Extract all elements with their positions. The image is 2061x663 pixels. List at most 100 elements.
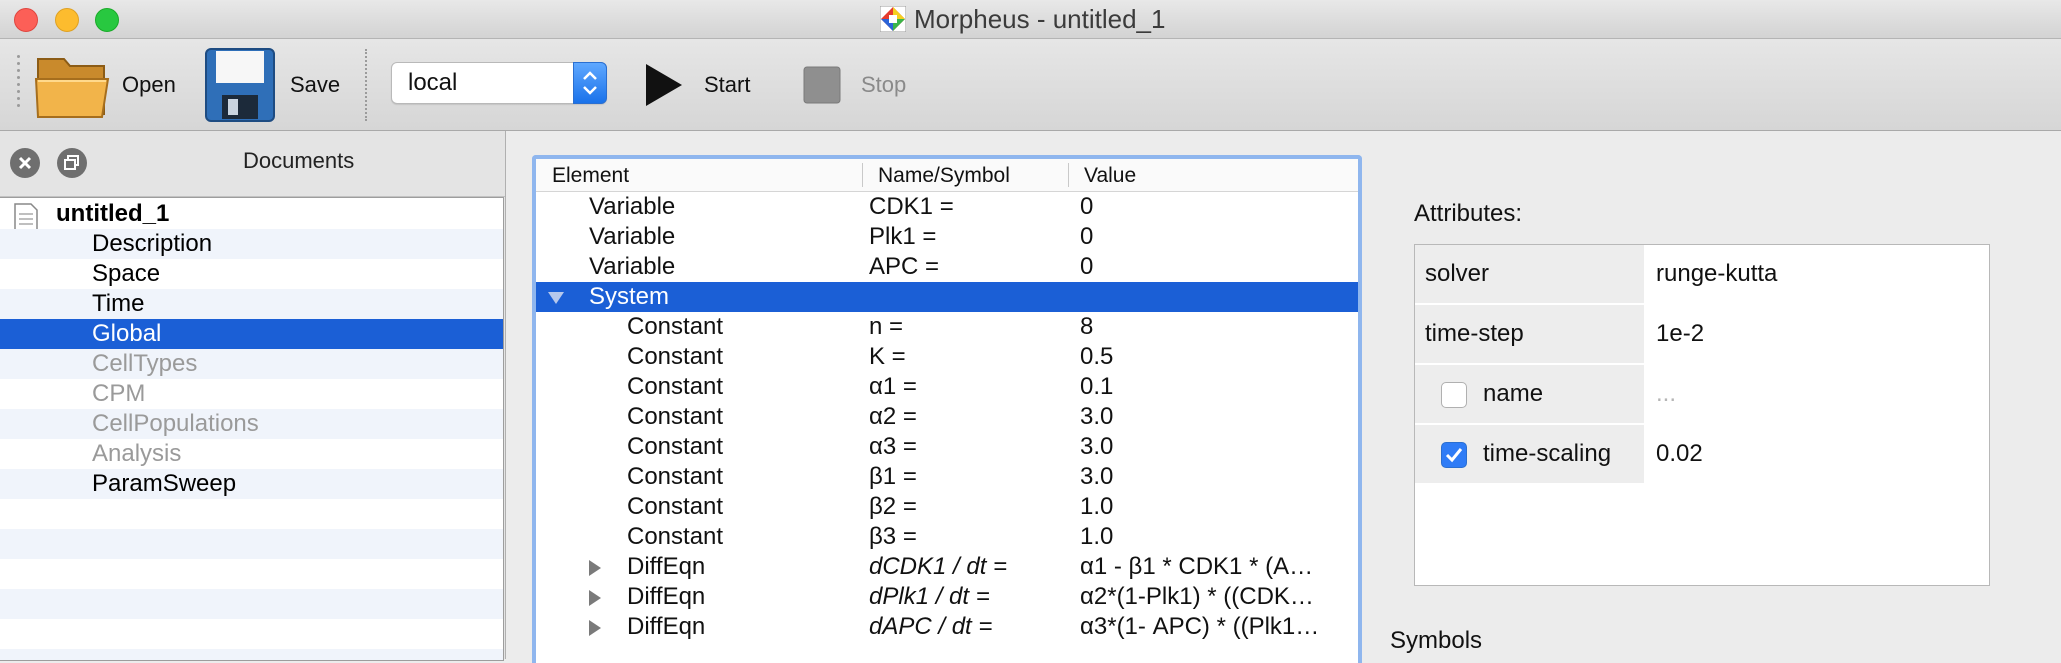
window-title-text: Morpheus - untitled_1 <box>914 4 1166 34</box>
attribute-row-time-scaling[interactable]: time-scaling 0.02 <box>1415 425 1989 485</box>
collapsed-triangle-icon[interactable] <box>589 590 601 606</box>
tree-item-label: CPM <box>92 380 146 407</box>
host-select[interactable]: local <box>391 62 607 104</box>
tree-empty-row <box>0 529 503 559</box>
tree-item-time[interactable]: Time <box>0 289 503 319</box>
tree-empty-row <box>0 649 503 660</box>
cell-element: Constant <box>627 433 724 460</box>
cell-element: System <box>589 283 670 310</box>
cell-element: Constant <box>627 523 724 550</box>
minimize-window-button[interactable] <box>55 8 79 32</box>
attribute-value-time-scaling[interactable]: 0.02 <box>1656 440 1703 468</box>
float-panel-icon[interactable] <box>57 148 87 178</box>
cell-element: Constant <box>627 403 724 430</box>
time-scaling-checkbox[interactable] <box>1441 442 1467 468</box>
cell-name: K = <box>869 343 906 370</box>
cell-value: 1.0 <box>1080 523 1114 550</box>
title-bar: Morpheus - untitled_1 <box>0 0 2061 39</box>
name-checkbox[interactable] <box>1441 382 1467 408</box>
tree-item-label: Description <box>92 230 213 257</box>
attribute-row-solver[interactable]: solver runge-kutta <box>1415 245 1989 305</box>
table-row[interactable]: Variable APC = 0 <box>536 252 1358 282</box>
toolbar-separator <box>365 49 367 121</box>
expanded-triangle-icon[interactable] <box>548 292 564 304</box>
tree-item-global[interactable]: Global <box>0 319 503 349</box>
cell-name: dCDK1 / dt = <box>869 553 1008 580</box>
cell-value: 3.0 <box>1080 433 1114 460</box>
tree-item-untitled-1[interactable]: untitled_1 <box>0 199 503 233</box>
attributes-table: solver runge-kutta time-step 1e-2 name .… <box>1414 244 1990 586</box>
close-panel-icon[interactable] <box>10 148 40 178</box>
attribute-row-name[interactable]: name ... <box>1415 365 1989 425</box>
cell-element: Constant <box>627 343 724 370</box>
element-table[interactable]: Element Name/Symbol Value Variable CDK1 … <box>532 155 1362 663</box>
cell-value: 0 <box>1080 223 1094 250</box>
stop-button[interactable]: Stop <box>803 39 906 130</box>
cell-value: α3*(1- APC) * ((Plk1… <box>1080 613 1320 640</box>
tree-item-celltypes[interactable]: CellTypes <box>0 349 503 379</box>
cell-name: dPlk1 / dt = <box>869 583 990 610</box>
tree-item-cpm[interactable]: CPM <box>0 379 503 409</box>
table-row[interactable]: Constant α2 = 3.0 <box>536 402 1358 432</box>
table-row[interactable]: DiffEqn dCDK1 / dt = α1 - β1 * CDK1 * (A… <box>536 552 1358 582</box>
column-header-element[interactable]: Element <box>552 164 629 188</box>
cell-value: α1 - β1 * CDK1 * (A… <box>1080 553 1314 580</box>
tree-item-label: Space <box>92 260 161 287</box>
cell-name: Plk1 = <box>869 223 937 250</box>
tree-empty-row <box>0 619 503 649</box>
column-header-value[interactable]: Value <box>1084 164 1136 188</box>
window-title: Morpheus - untitled_1 <box>880 5 1165 33</box>
tree-item-paramsweep[interactable]: ParamSweep <box>0 469 503 499</box>
table-row[interactable]: Constant β1 = 3.0 <box>536 462 1358 492</box>
tree-item-space[interactable]: Space <box>0 259 503 289</box>
collapsed-triangle-icon[interactable] <box>589 620 601 636</box>
attribute-value-time-step[interactable]: 1e-2 <box>1656 320 1704 348</box>
table-row[interactable]: Constant α1 = 0.1 <box>536 372 1358 402</box>
toolbar-grip-handle[interactable] <box>14 55 24 115</box>
tree-empty-row <box>0 559 503 589</box>
table-row[interactable]: Constant β3 = 1.0 <box>536 522 1358 552</box>
zoom-window-button[interactable] <box>95 8 119 32</box>
toolbar: Open Save local Start Stop <box>0 39 2061 131</box>
folder-icon <box>34 57 110 118</box>
attribute-key: name <box>1415 365 1644 425</box>
attribute-row-time-step[interactable]: time-step 1e-2 <box>1415 305 1989 365</box>
save-button[interactable]: Save <box>204 39 340 130</box>
column-header-name-symbol[interactable]: Name/Symbol <box>878 164 1010 188</box>
tree-empty-row <box>0 499 503 529</box>
attribute-value-solver[interactable]: runge-kutta <box>1656 260 1777 288</box>
cell-value: 3.0 <box>1080 403 1114 430</box>
document-tree[interactable]: untitled_1 Description Space Time Global… <box>0 197 504 661</box>
cell-name: n = <box>869 313 904 340</box>
open-button[interactable]: Open <box>34 39 176 130</box>
tree-item-cellpopulations[interactable]: CellPopulations <box>0 409 503 439</box>
cell-name: α2 = <box>869 403 917 430</box>
tree-item-analysis[interactable]: Analysis <box>0 439 503 469</box>
select-arrows-icon[interactable] <box>573 62 607 104</box>
start-label: Start <box>704 71 751 97</box>
documents-panel-header: Documents <box>0 131 505 197</box>
table-row[interactable]: DiffEqn dPlk1 / dt = α2*(1-Plk1) * ((CDK… <box>536 582 1358 612</box>
attribute-value-name[interactable]: ... <box>1656 380 1676 408</box>
table-row[interactable]: Variable CDK1 = 0 <box>536 192 1358 222</box>
start-button[interactable]: Start <box>644 39 750 130</box>
tree-item-description[interactable]: Description <box>0 229 503 259</box>
cell-element: Constant <box>627 373 724 400</box>
cell-value: 0.1 <box>1080 373 1114 400</box>
table-row[interactable]: Constant α3 = 3.0 <box>536 432 1358 462</box>
checkmark-icon <box>1445 448 1463 463</box>
table-row[interactable]: Variable Plk1 = 0 <box>536 222 1358 252</box>
tree-item-label: Global <box>92 320 162 347</box>
cell-name: CDK1 = <box>869 193 954 220</box>
table-row-system[interactable]: System <box>536 282 1358 312</box>
symbols-title: Symbols <box>1390 627 1483 654</box>
cell-name: α1 = <box>869 373 917 400</box>
table-row[interactable]: DiffEqn dAPC / dt = α3*(1- APC) * ((Plk1… <box>536 612 1358 642</box>
close-window-button[interactable] <box>14 8 38 32</box>
table-row[interactable]: Constant K = 0.5 <box>536 342 1358 372</box>
tree-item-label: CellPopulations <box>92 410 259 437</box>
tree-item-label: Analysis <box>92 440 182 467</box>
collapsed-triangle-icon[interactable] <box>589 560 601 576</box>
table-row[interactable]: Constant n = 8 <box>536 312 1358 342</box>
table-row[interactable]: Constant β2 = 1.0 <box>536 492 1358 522</box>
